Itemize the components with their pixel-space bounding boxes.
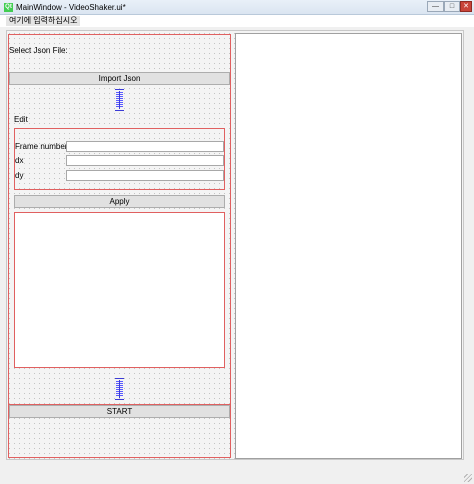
video-view-panel[interactable]	[235, 33, 462, 459]
maximize-button[interactable]: □	[444, 1, 460, 12]
resize-grip-icon[interactable]	[464, 474, 472, 482]
status-bar	[0, 464, 474, 484]
dy-field[interactable]	[66, 170, 224, 181]
edit-label: Edit	[14, 115, 28, 124]
window-title: MainWindow - VideoShaker.ui*	[16, 3, 126, 12]
start-button[interactable]: START	[9, 405, 230, 418]
close-button[interactable]: ✕	[460, 1, 472, 12]
title-bar: Qt MainWindow - VideoShaker.ui* — □ ✕	[0, 0, 474, 15]
menu-bar: 여기에 입력하십시오	[0, 15, 474, 27]
qt-logo-icon: Qt	[4, 3, 13, 12]
menu-placeholder-item[interactable]: 여기에 입력하십시오	[6, 16, 81, 26]
dx-label: dx	[15, 156, 24, 165]
dx-field[interactable]	[66, 155, 224, 166]
frame-number-field[interactable]	[66, 141, 224, 152]
dy-label: dy	[15, 171, 24, 180]
minimize-button[interactable]: —	[427, 1, 444, 12]
apply-button[interactable]: Apply	[14, 195, 225, 208]
vertical-spacer-icon	[115, 378, 124, 400]
frame-list-view[interactable]	[14, 212, 225, 368]
import-json-button[interactable]: Import Json	[9, 72, 230, 85]
vertical-spacer-icon	[115, 89, 124, 111]
frame-number-label: Frame number	[15, 142, 68, 151]
select-json-label: Select Json File:	[9, 46, 68, 55]
